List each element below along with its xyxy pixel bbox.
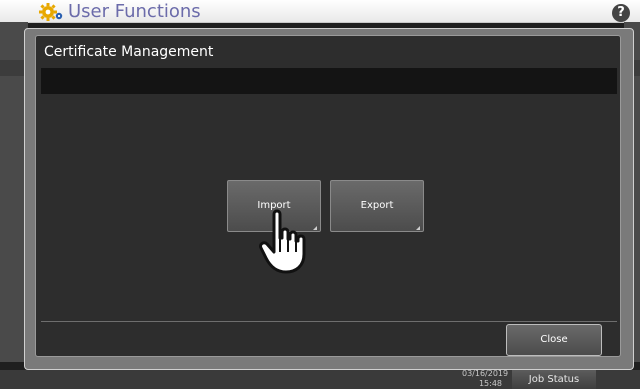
hand-pointer-icon — [259, 209, 306, 274]
export-button[interactable]: Export — [330, 180, 424, 232]
close-button[interactable]: Close — [506, 324, 602, 356]
corner-arrow-icon — [416, 226, 420, 230]
job-status-button[interactable]: Job Status — [512, 370, 596, 389]
certificate-management-dialog: Certificate Management Import Export Clo… — [24, 28, 634, 370]
status-date: 03/16/2019 — [462, 369, 509, 378]
corner-arrow-icon — [313, 226, 317, 230]
screen: User Functions ? Certificate Management … — [0, 0, 640, 389]
help-icon[interactable]: ? — [612, 4, 630, 22]
app-title: User Functions — [68, 1, 201, 22]
status-time: 15:48 — [478, 379, 502, 388]
dialog-title: Certificate Management — [44, 44, 214, 60]
message-bar — [41, 68, 617, 94]
title-bar: User Functions ? — [0, 0, 640, 23]
divider — [41, 321, 617, 322]
export-button-label: Export — [360, 200, 394, 211]
gear-icon — [39, 3, 63, 21]
dialog-body: Certificate Management Import Export Clo… — [35, 35, 621, 357]
